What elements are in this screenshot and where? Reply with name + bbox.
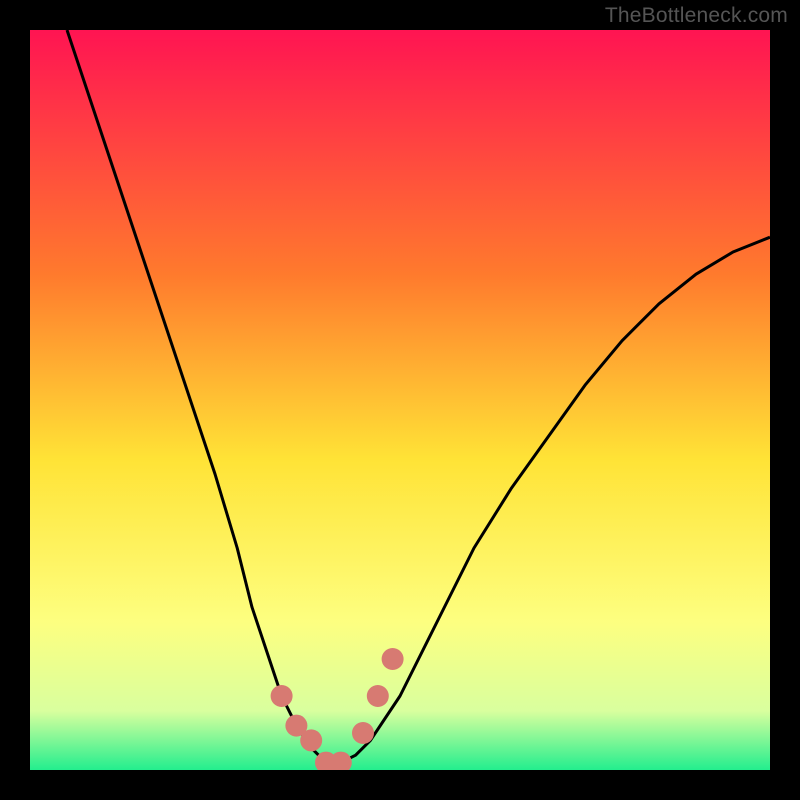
marker-dot	[367, 685, 389, 707]
marker-dot	[271, 685, 293, 707]
chart-container: TheBottleneck.com	[0, 0, 800, 800]
marker-dot	[300, 729, 322, 751]
watermark-text: TheBottleneck.com	[605, 4, 788, 28]
marker-dot	[352, 722, 374, 744]
chart-svg	[30, 30, 770, 770]
marker-dot	[382, 648, 404, 670]
plot-area	[30, 30, 770, 770]
